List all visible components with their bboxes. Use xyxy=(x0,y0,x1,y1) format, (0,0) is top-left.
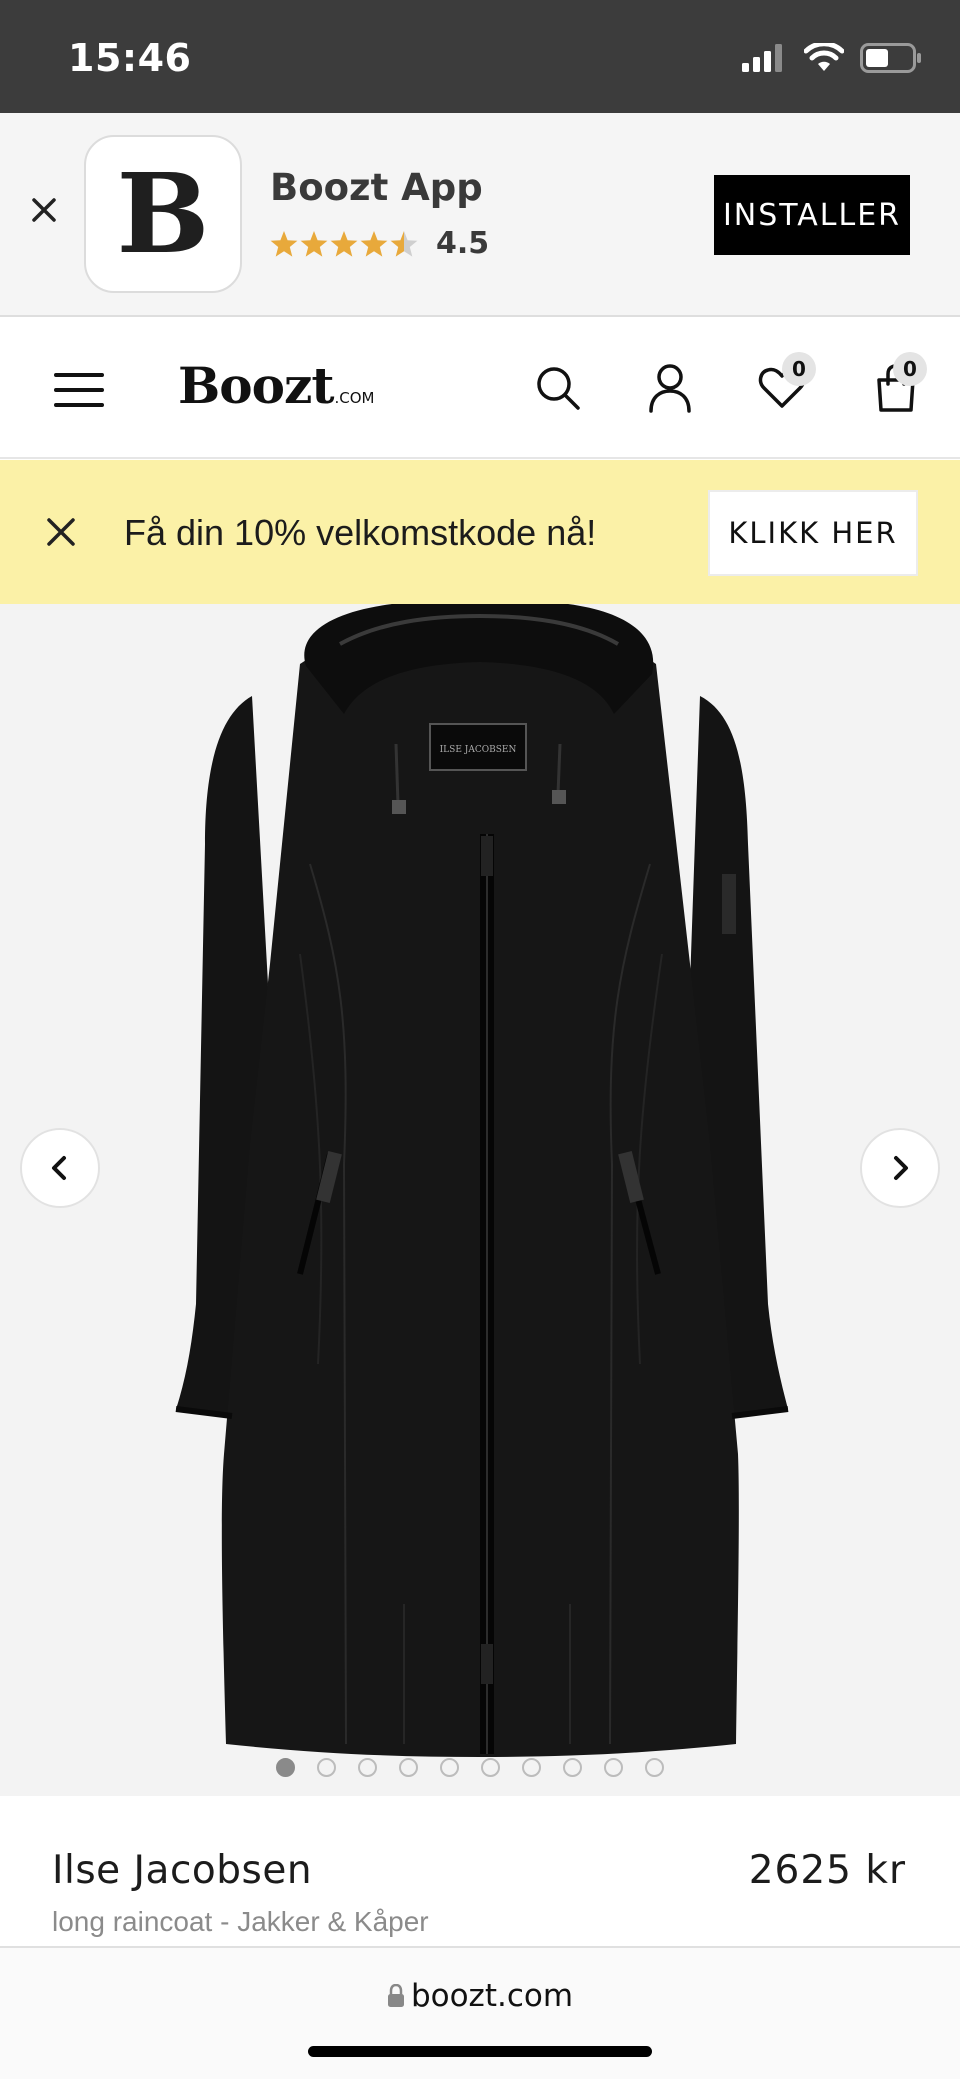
signal-icon xyxy=(742,44,782,72)
boozt-logo[interactable]: Boozt .COM xyxy=(178,356,374,415)
close-banner-icon[interactable] xyxy=(26,192,62,228)
wifi-icon xyxy=(804,43,844,71)
rating-value: 4.5 xyxy=(436,226,490,261)
product-brand[interactable]: Ilse Jacobsen xyxy=(52,1848,312,1893)
carousel-dots xyxy=(0,1758,960,1778)
chevron-right-icon xyxy=(894,1156,908,1180)
coat-tag-text: ILSE JACOBSEN xyxy=(440,745,517,755)
carousel-dot[interactable] xyxy=(317,1758,336,1777)
status-time: 15:46 xyxy=(68,36,192,80)
search-button[interactable] xyxy=(528,358,588,418)
carousel-dot[interactable] xyxy=(276,1758,295,1777)
promo-cta-button[interactable]: KLIKK HER xyxy=(708,490,918,576)
app-rating: 4.5 xyxy=(270,226,489,261)
app-icon-letter: B xyxy=(116,149,210,278)
status-icons xyxy=(742,40,922,76)
carousel-dot[interactable] xyxy=(604,1758,623,1777)
product-price: 2625 kr xyxy=(748,1848,906,1893)
carousel-dot[interactable] xyxy=(563,1758,582,1777)
carousel-prev-button[interactable] xyxy=(20,1128,100,1208)
account-button[interactable] xyxy=(640,358,700,418)
carousel-dot[interactable] xyxy=(399,1758,418,1777)
app-name: Boozt App xyxy=(270,166,483,209)
product-subtitle: long raincoat - Jakker & Kåper xyxy=(52,1906,429,1937)
user-icon xyxy=(649,364,691,413)
status-bar: 15:46 xyxy=(0,0,960,113)
install-button[interactable]: INSTALLER xyxy=(714,175,910,255)
chevron-left-icon xyxy=(52,1156,66,1180)
carousel-dot[interactable] xyxy=(481,1758,500,1777)
carousel-dot[interactable] xyxy=(645,1758,664,1777)
carousel-dot[interactable] xyxy=(440,1758,459,1777)
close-promo-icon[interactable] xyxy=(44,515,78,549)
battery-icon xyxy=(860,43,921,73)
search-icon xyxy=(537,367,580,410)
carousel-dot[interactable] xyxy=(358,1758,377,1777)
lock-icon xyxy=(387,1984,404,2007)
cart-count-badge: 0 xyxy=(893,352,927,386)
rating-stars-icon xyxy=(270,230,418,257)
raincoat-image: ILSE JACOBSEN xyxy=(175,604,789,1757)
product-image-carousel[interactable]: ILSE JACOBSEN xyxy=(0,604,960,1796)
logo-suffix: .COM xyxy=(334,389,375,407)
home-indicator[interactable] xyxy=(308,2046,652,2057)
logo-text: Boozt xyxy=(178,356,334,415)
carousel-next-button[interactable] xyxy=(860,1128,940,1208)
url-text: boozt.com xyxy=(410,1978,574,2014)
site-header xyxy=(0,319,960,459)
carousel-dot[interactable] xyxy=(522,1758,541,1777)
app-icon[interactable]: B xyxy=(84,135,242,293)
menu-icon[interactable] xyxy=(54,370,104,410)
url-display[interactable]: boozt.com xyxy=(0,1978,960,2014)
wishlist-count-badge: 0 xyxy=(782,352,816,386)
promo-text: Få din 10% velkomstkode nå! xyxy=(124,512,597,553)
